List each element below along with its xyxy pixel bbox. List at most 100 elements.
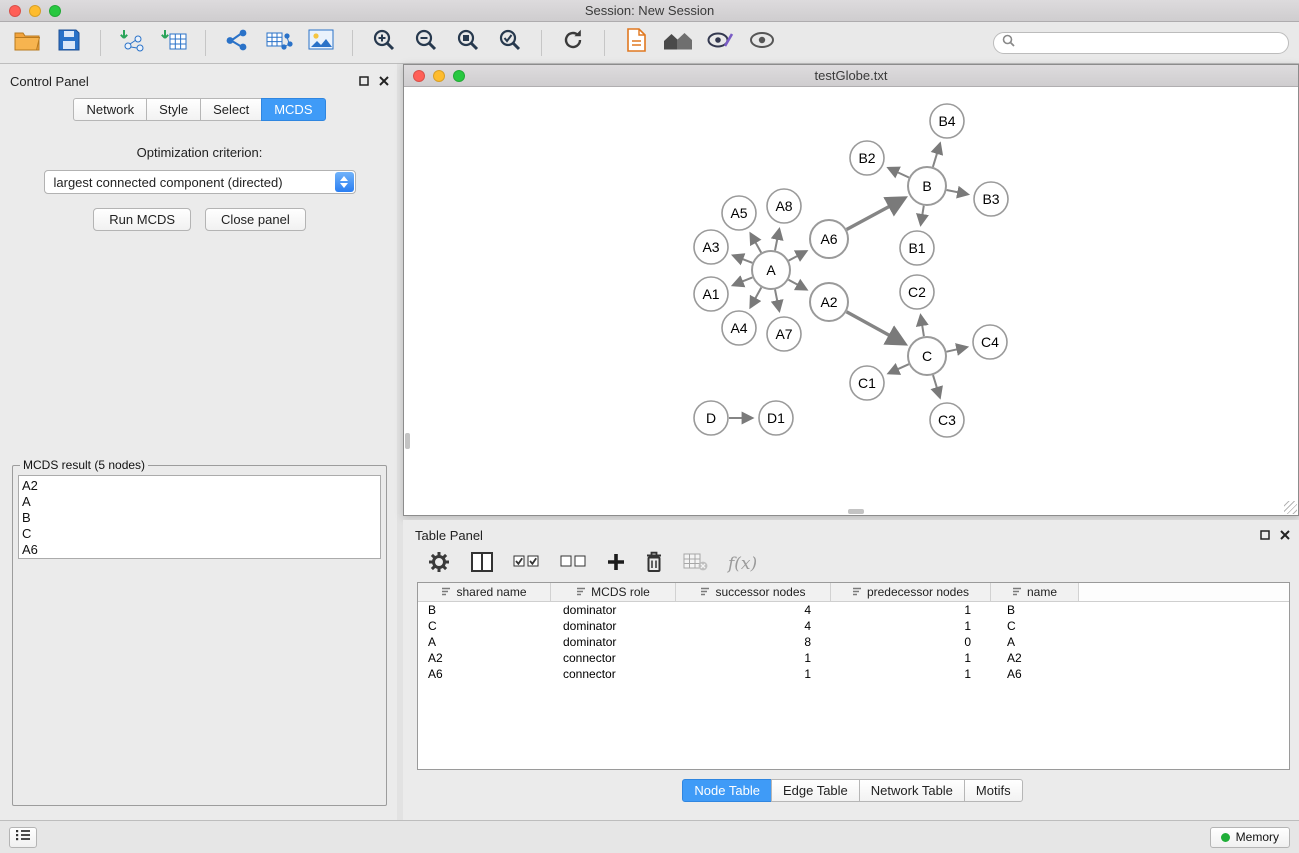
graph-node-B[interactable]: B (908, 167, 946, 205)
graph-node-C1[interactable]: C1 (850, 366, 884, 400)
apply-style-button[interactable] (703, 27, 737, 59)
column-header-name[interactable]: name (991, 583, 1079, 601)
open-session-button[interactable] (10, 27, 44, 59)
tab-style[interactable]: Style (146, 98, 201, 121)
tab-edge-table[interactable]: Edge Table (771, 779, 860, 802)
table-row[interactable]: A2connector11A2 (418, 650, 1289, 666)
edge-C-C1[interactable] (889, 364, 909, 373)
function-builder-button[interactable]: f(x) (728, 554, 757, 574)
edge-B-B3[interactable] (947, 190, 968, 194)
tab-network-table[interactable]: Network Table (859, 779, 965, 802)
zoom-in-button[interactable] (367, 27, 401, 59)
save-session-button[interactable] (52, 27, 86, 59)
graph-node-A7[interactable]: A7 (767, 317, 801, 351)
deselect-all-button[interactable] (560, 554, 587, 574)
graph-node-A8[interactable]: A8 (767, 189, 801, 223)
delete-column-button[interactable] (645, 551, 663, 578)
show-hide-button[interactable] (745, 27, 779, 59)
network-from-table-button[interactable] (262, 27, 296, 59)
column-header-shared-name[interactable]: shared name (418, 583, 551, 601)
table-row[interactable]: Adominator80A (418, 634, 1289, 650)
close-network-window-button[interactable] (413, 70, 425, 82)
import-document-button[interactable] (619, 27, 653, 59)
column-header-MCDS-role[interactable]: MCDS role (551, 583, 676, 601)
vertical-scroll-thumb[interactable] (405, 433, 410, 449)
edge-A-A4[interactable] (751, 288, 762, 308)
edge-A6-B[interactable] (847, 198, 905, 229)
tab-network[interactable]: Network (73, 98, 147, 121)
mcds-result-list[interactable]: A2ABCA6 (18, 475, 381, 559)
close-window-button[interactable] (9, 5, 21, 17)
result-item[interactable]: A6 (22, 542, 380, 558)
tab-node-table[interactable]: Node Table (682, 779, 772, 802)
zoom-fit-button[interactable] (451, 27, 485, 59)
resize-grip[interactable] (1284, 501, 1297, 514)
tab-select[interactable]: Select (200, 98, 262, 121)
search-field[interactable] (993, 32, 1289, 54)
edge-B-B4[interactable] (933, 144, 940, 167)
tab-mcds[interactable]: MCDS (261, 98, 325, 121)
import-table-button[interactable] (157, 27, 191, 59)
minimize-network-window-button[interactable] (433, 70, 445, 82)
edge-A-A8[interactable] (775, 230, 779, 251)
graph-node-D[interactable]: D (694, 401, 728, 435)
zoom-out-button[interactable] (409, 27, 443, 59)
column-header-successor-nodes[interactable]: successor nodes (676, 583, 831, 601)
criterion-dropdown[interactable]: largest connected component (directed) (44, 170, 356, 194)
result-item[interactable]: B (22, 510, 380, 526)
edge-A-A6[interactable] (789, 251, 807, 260)
edge-C-C3[interactable] (933, 375, 940, 397)
edge-A-A1[interactable] (733, 277, 752, 285)
edge-A-A2[interactable] (789, 280, 807, 290)
maximize-window-button[interactable] (49, 5, 61, 17)
memory-button[interactable]: Memory (1210, 827, 1290, 848)
graph-node-C3[interactable]: C3 (930, 403, 964, 437)
graph-node-C2[interactable]: C2 (900, 275, 934, 309)
new-network-button[interactable] (220, 27, 254, 59)
graph-node-A5[interactable]: A5 (722, 196, 756, 230)
edge-A2-C[interactable] (847, 312, 905, 344)
close-panel-icon[interactable] (379, 76, 389, 86)
edge-B-B2[interactable] (889, 168, 909, 177)
maximize-network-window-button[interactable] (453, 70, 465, 82)
refresh-button[interactable] (556, 27, 590, 59)
graph-node-B3[interactable]: B3 (974, 182, 1008, 216)
export-image-button[interactable] (304, 27, 338, 59)
graph-node-A6[interactable]: A6 (810, 220, 848, 258)
graph-node-C4[interactable]: C4 (973, 325, 1007, 359)
graph-node-B1[interactable]: B1 (900, 231, 934, 265)
table-settings-button[interactable] (427, 550, 451, 579)
edge-A-A5[interactable] (751, 234, 762, 253)
run-mcds-button[interactable]: Run MCDS (93, 208, 191, 231)
graph-node-D1[interactable]: D1 (759, 401, 793, 435)
float-table-panel-icon[interactable] (1260, 530, 1270, 540)
delete-table-button[interactable] (683, 553, 708, 576)
tab-motifs[interactable]: Motifs (964, 779, 1023, 802)
edge-C-C4[interactable] (947, 347, 967, 352)
result-item[interactable]: A (22, 494, 380, 510)
graph-node-C[interactable]: C (908, 337, 946, 375)
graph-node-A1[interactable]: A1 (694, 277, 728, 311)
graph-node-B2[interactable]: B2 (850, 141, 884, 175)
close-panel-button[interactable]: Close panel (205, 208, 306, 231)
result-item[interactable]: A2 (22, 478, 380, 494)
graph-node-B4[interactable]: B4 (930, 104, 964, 138)
select-all-button[interactable] (513, 554, 540, 574)
search-input[interactable] (1020, 36, 1280, 50)
minimize-window-button[interactable] (29, 5, 41, 17)
add-column-button[interactable] (607, 553, 625, 576)
edge-A-A3[interactable] (733, 256, 752, 263)
float-panel-icon[interactable] (359, 76, 369, 86)
network-canvas[interactable]: AA1A2A3A4A5A6A7A8BB1B2B3B4CC1C2C3C4DD1 (404, 87, 1298, 515)
graph-node-A[interactable]: A (752, 251, 790, 289)
zoom-selected-button[interactable] (493, 27, 527, 59)
show-columns-button[interactable] (471, 552, 493, 577)
import-network-button[interactable] (115, 27, 149, 59)
horizontal-scroll-thumb[interactable] (848, 509, 864, 514)
table-row[interactable]: A6connector11A6 (418, 666, 1289, 682)
column-header-predecessor-nodes[interactable]: predecessor nodes (831, 583, 991, 601)
home-button[interactable] (661, 27, 695, 59)
graph-node-A4[interactable]: A4 (722, 311, 756, 345)
task-history-button[interactable] (9, 827, 37, 848)
table-row[interactable]: Bdominator41B (418, 602, 1289, 618)
